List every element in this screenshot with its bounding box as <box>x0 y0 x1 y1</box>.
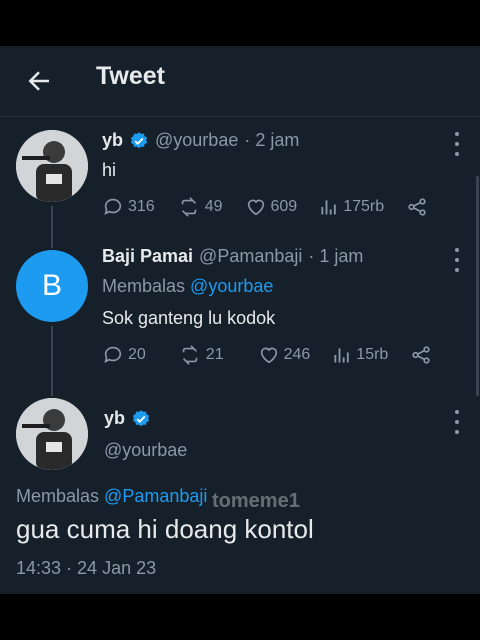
more-options-button[interactable] <box>447 410 467 434</box>
tweet-text: Sok ganteng lu kodok <box>102 308 276 328</box>
more-options-button[interactable] <box>447 248 467 272</box>
reply-to-link[interactable]: @yourbae <box>190 276 273 296</box>
heart-icon <box>247 199 264 216</box>
retweet-icon <box>181 197 196 217</box>
author-handle[interactable]: @yourbae <box>155 130 238 151</box>
post-time: · 2 jam <box>244 130 300 150</box>
author-name[interactable]: yb <box>104 408 125 429</box>
page-title: Tweet <box>96 62 165 90</box>
reply-count: 20 <box>128 346 146 363</box>
author-handle[interactable]: @Pamanbaji <box>199 246 302 267</box>
tweet2-header: Baji Pamai @Pamanbaji · 1 jam <box>102 246 363 267</box>
reply-prefix: Membalas <box>16 486 100 506</box>
post-time: · 1 jam <box>308 246 364 266</box>
watermark: tomeme1 <box>212 490 300 512</box>
verified-badge-icon <box>132 409 150 426</box>
back-arrow-icon[interactable] <box>24 66 54 96</box>
reply-button[interactable]: 316 <box>102 196 155 218</box>
tweet1-actions: 316 49 609 175rb <box>102 196 428 218</box>
author-name[interactable]: Baji Pamai <box>102 246 193 267</box>
reply-icon <box>104 346 122 363</box>
share-icon[interactable] <box>410 344 432 366</box>
views-icon <box>334 348 350 363</box>
like-count: 246 <box>283 346 311 363</box>
retweet-button[interactable]: 49 <box>177 196 223 218</box>
views-icon <box>321 200 336 215</box>
view-count: 175rb <box>343 198 385 215</box>
reply-context: Membalas @Pamanbaji <box>16 486 207 507</box>
avatar-photo <box>16 398 88 470</box>
retweet-count: 49 <box>204 198 223 215</box>
tweet1-header: yb @yourbae · 2 jam <box>102 130 299 151</box>
tweet-text: hi <box>102 160 117 180</box>
tweet-timestamp: 14:33 · 24 Jan 23 <box>16 558 157 578</box>
reply-button[interactable]: 20 <box>102 344 146 366</box>
avatar[interactable] <box>16 398 88 470</box>
like-count: 609 <box>270 198 298 215</box>
main-author-row: yb <box>104 408 151 429</box>
retweet-count: 21 <box>205 346 224 363</box>
reply-count: 316 <box>128 198 155 215</box>
scrollbar[interactable] <box>476 176 479 396</box>
thread-line <box>51 326 53 396</box>
view-count: 15rb <box>356 346 389 363</box>
avatar[interactable] <box>16 130 88 202</box>
author-name[interactable]: yb <box>102 130 123 151</box>
views-button[interactable]: 175rb <box>319 197 384 217</box>
reply-to-link[interactable]: @Pamanbaji <box>104 486 207 506</box>
views-button[interactable]: 15rb <box>332 345 388 365</box>
avatar-letter: B <box>41 269 62 302</box>
author-handle[interactable]: @yourbae <box>104 440 187 461</box>
reply-icon <box>104 198 122 215</box>
more-options-button[interactable] <box>447 132 467 156</box>
retweet-icon <box>182 345 198 365</box>
tweet-text: gua cuma hi doang kontol <box>16 514 314 544</box>
reply-prefix: Membalas <box>102 276 186 296</box>
avatar[interactable]: B <box>16 250 88 322</box>
like-button[interactable]: 609 <box>245 196 298 218</box>
tweet2-actions: 20 21 246 15rb <box>102 344 432 366</box>
header-divider <box>0 116 480 117</box>
avatar-photo <box>16 130 88 202</box>
like-button[interactable]: 246 <box>258 344 311 366</box>
verified-badge-icon <box>130 131 148 148</box>
reply-context: Membalas @yourbae <box>102 276 273 297</box>
retweet-button[interactable]: 21 <box>178 344 224 366</box>
thread-line <box>51 206 53 248</box>
heart-icon <box>260 347 277 364</box>
header: Tweet <box>0 46 480 116</box>
share-icon[interactable] <box>406 196 428 218</box>
tweet-screen: Tweet yb @yourbae · 2 jam hi 316 49 609 … <box>0 46 480 594</box>
